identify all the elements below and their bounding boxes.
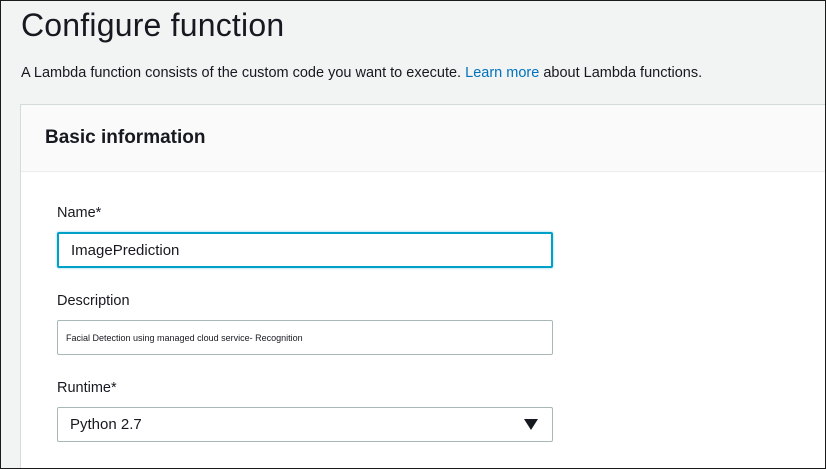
page-description: A Lambda function consists of the custom… [21,65,702,81]
name-input-value: ImagePrediction [71,241,180,259]
runtime-select[interactable]: Python 2.7 [57,407,553,442]
page-title: Configure function [21,7,285,43]
page-description-suffix: about Lambda functions. [543,65,703,81]
name-label: Name* [57,205,102,221]
basic-information-panel: Basic information Name* ImagePrediction … [20,104,825,468]
description-input[interactable]: Facial Detection using managed cloud ser… [57,320,553,355]
learn-more-link[interactable]: Learn more [465,65,539,81]
name-input[interactable]: ImagePrediction [57,232,553,268]
runtime-selected-value: Python 2.7 [70,416,142,433]
panel-title: Basic information [45,127,206,148]
runtime-label: Runtime* [57,380,117,396]
panel-header: Basic information [21,105,825,172]
description-label: Description [57,293,130,309]
page-description-prefix: A Lambda function consists of the custom… [21,65,462,81]
description-input-value: Facial Detection using managed cloud ser… [66,332,303,343]
screenshot-frame: Configure function A Lambda function con… [0,0,826,469]
chevron-down-icon [524,419,538,430]
